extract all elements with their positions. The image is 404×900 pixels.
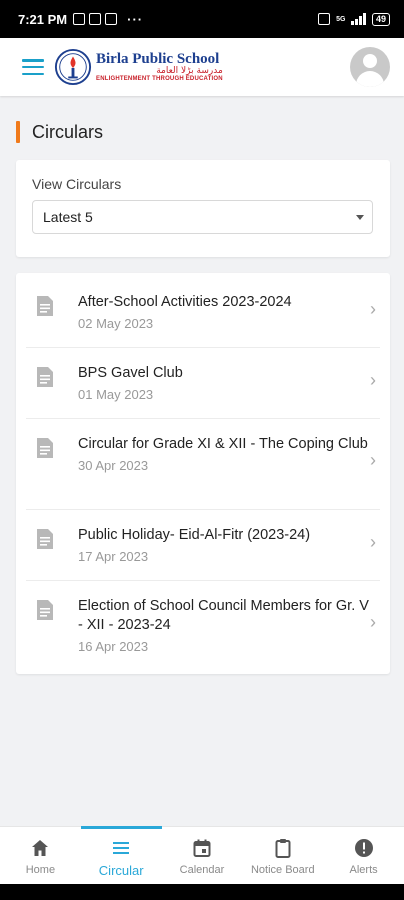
- circular-title: Election of School Council Members for G…: [78, 598, 369, 633]
- nav-label: Notice Board: [250, 864, 315, 876]
- circular-title: BPS Gavel Club: [78, 365, 183, 381]
- more-notifications-icon: ···: [127, 11, 144, 27]
- nav-label: Circular: [98, 863, 144, 878]
- list-item[interactable]: Circular for Grade XI & XII - The Coping…: [26, 419, 380, 510]
- circulars-list: After-School Activities 2023-2024 02 May…: [16, 273, 390, 674]
- list-item[interactable]: After-School Activities 2023-2024 02 May…: [26, 277, 380, 348]
- nav-label: Alerts: [349, 864, 378, 876]
- dropdown-caret-icon: [356, 215, 364, 220]
- menu-icon[interactable]: [22, 59, 44, 75]
- document-icon: [37, 438, 53, 458]
- sim-icon: [318, 13, 331, 25]
- document-icon: [37, 529, 53, 549]
- list-item[interactable]: Public Holiday- Eid-Al-Fitr (2023-24) 17…: [26, 510, 380, 581]
- status-bar: 7:21 PM ··· 5G 49: [0, 0, 404, 38]
- home-icon: [32, 840, 49, 856]
- battery-icon: 49: [371, 12, 390, 26]
- system-nav-bar: [0, 884, 404, 900]
- circular-date: 01 May 2023: [78, 387, 154, 402]
- alert-icon: [354, 839, 373, 857]
- list-item[interactable]: Election of School Council Members for G…: [26, 581, 380, 672]
- nav-label: Home: [25, 864, 56, 876]
- circular-date: 30 Apr 2023: [78, 458, 149, 473]
- network-type: 5G: [336, 15, 346, 23]
- school-tagline: ENLIGHTENMENT THROUGH EDUCATION: [96, 76, 223, 82]
- chevron-right-icon: ›: [370, 370, 376, 390]
- chevron-right-icon: ›: [370, 299, 376, 319]
- nav-label: Calendar: [179, 864, 225, 876]
- calendar-icon: [193, 839, 211, 857]
- notification-icons: [73, 13, 118, 25]
- filter-label: View Circulars: [32, 176, 122, 192]
- document-icon: [37, 296, 53, 316]
- page-title-block: Circulars: [16, 121, 103, 143]
- school-logo: Birla Public School مدرسة بڑلا العامة EN…: [54, 48, 223, 86]
- clipboard-icon: [275, 839, 291, 858]
- school-name-arabic: مدرسة بڑلا العامة: [156, 66, 223, 76]
- circular-date: 02 May 2023: [78, 316, 154, 331]
- menu-icon: [113, 842, 130, 854]
- battery-level: 49: [375, 13, 386, 24]
- app-icon: [105, 13, 118, 25]
- nav-item-home[interactable]: Home: [0, 827, 81, 884]
- circular-title: After-School Activities 2023-2024: [78, 294, 292, 310]
- document-icon: [37, 600, 53, 620]
- nav-item-calendar[interactable]: Calendar: [162, 827, 243, 884]
- signal-icon: [351, 13, 366, 25]
- chevron-right-icon: ›: [370, 612, 376, 632]
- title-accent-bar: [16, 121, 20, 143]
- gallery-icon: [73, 13, 86, 25]
- nav-item-circular[interactable]: Circular: [80, 826, 162, 884]
- chevron-right-icon: ›: [370, 450, 376, 470]
- circular-date: 17 Apr 2023: [78, 549, 149, 564]
- chevron-right-icon: ›: [370, 532, 376, 552]
- view-circulars-select[interactable]: Latest 5: [32, 200, 373, 234]
- circular-title: Public Holiday- Eid-Al-Fitr (2023-24): [78, 527, 311, 543]
- circular-date: 16 Apr 2023: [78, 639, 149, 654]
- grid-icon: [89, 13, 102, 25]
- nav-item-alerts[interactable]: Alerts: [323, 827, 404, 884]
- filter-card: View Circulars Latest 5: [16, 160, 390, 257]
- app-bar: Birla Public School مدرسة بڑلا العامة EN…: [0, 38, 404, 96]
- select-value: Latest 5: [43, 209, 93, 225]
- school-name: Birla Public School: [96, 51, 220, 67]
- avatar[interactable]: [350, 47, 390, 87]
- school-emblem-icon: [54, 48, 92, 86]
- document-icon: [37, 367, 53, 387]
- page-title: Circulars: [32, 121, 104, 142]
- circular-title: Circular for Grade XI & XII - The Coping…: [78, 436, 368, 452]
- status-time: 7:21 PM: [18, 11, 68, 27]
- bottom-nav: Home Circular Calendar Notice Board Aler…: [0, 826, 404, 884]
- list-item[interactable]: BPS Gavel Club 01 May 2023 ›: [26, 348, 380, 419]
- nav-item-notice-board[interactable]: Notice Board: [242, 827, 323, 884]
